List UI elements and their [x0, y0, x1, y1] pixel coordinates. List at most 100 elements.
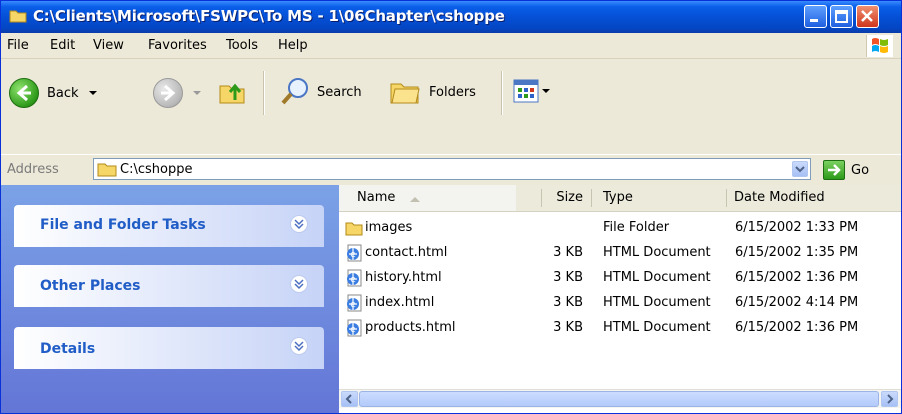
- svg-text:e: e: [350, 300, 356, 310]
- minimize-icon: [810, 19, 818, 22]
- up-folder-button[interactable]: [217, 76, 249, 108]
- file-row[interactable]: e index.html 3 KB HTML Document 6/15/2002 4:…: [339, 292, 901, 316]
- folder-icon: [345, 219, 363, 237]
- go-label: Go: [851, 162, 870, 178]
- file-row[interactable]: images File Folder 6/15/2002 1:33 PM: [339, 217, 901, 241]
- expand-chevron-icon[interactable]: [290, 275, 308, 293]
- address-value: C:\cshoppe: [120, 162, 193, 177]
- windows-logo-icon: [866, 35, 893, 57]
- file-type: HTML Document: [603, 270, 711, 285]
- column-header-size[interactable]: Size: [541, 185, 589, 211]
- folders-icon: [390, 83, 420, 104]
- menu-file[interactable]: File: [7, 38, 29, 53]
- forward-button[interactable]: [153, 78, 203, 108]
- toolbar: Back Search Folders: [1, 59, 901, 145]
- file-name: images: [365, 220, 413, 235]
- scrollbar-thumb[interactable]: [359, 391, 879, 407]
- list-header: Name Size Type Date Modified: [339, 185, 901, 212]
- file-date-modified: 6/15/2002 1:35 PM: [735, 245, 859, 260]
- panel-title: File and Folder Tasks: [40, 217, 206, 233]
- search-icon: [281, 78, 308, 105]
- maximize-button[interactable]: [830, 5, 853, 28]
- html-document-icon: e: [345, 319, 363, 337]
- file-type: HTML Document: [603, 320, 711, 335]
- horizontal-scrollbar[interactable]: [339, 389, 901, 408]
- go-arrow-icon: [823, 160, 845, 180]
- chevron-down-icon: [542, 89, 550, 93]
- scroll-left-button[interactable]: [341, 391, 358, 407]
- html-document-icon: e: [345, 294, 363, 312]
- back-label: Back: [47, 85, 79, 101]
- address-label: Address: [7, 162, 59, 177]
- address-input[interactable]: C:\cshoppe: [93, 158, 811, 180]
- toolbar-separator: [501, 71, 503, 115]
- svg-text:e: e: [350, 275, 356, 285]
- file-list: Name Size Type Date Modified images File …: [339, 185, 901, 413]
- file-date-modified: 6/15/2002 1:33 PM: [735, 220, 859, 235]
- menu-tools[interactable]: Tools: [226, 38, 258, 53]
- task-pane: File and Folder Tasks Other Places Detai…: [1, 185, 339, 413]
- menu-bar: File Edit View Favorites Tools Help: [1, 33, 901, 59]
- file-row[interactable]: e history.html 3 KB HTML Document 6/15/2002 …: [339, 267, 901, 291]
- expand-chevron-icon[interactable]: [290, 337, 308, 355]
- folder-icon: [9, 10, 27, 23]
- maximize-icon: [835, 10, 848, 23]
- file-name: index.html: [365, 295, 435, 310]
- column-header-name[interactable]: Name: [339, 185, 516, 211]
- address-bar: Address C:\cshoppe Go: [1, 154, 901, 185]
- forward-arrow-icon: [153, 78, 183, 108]
- panel-details[interactable]: Details: [14, 327, 324, 369]
- back-button[interactable]: Back: [9, 78, 99, 108]
- file-size: 3 KB: [553, 295, 583, 310]
- search-label: Search: [317, 84, 362, 100]
- file-date-modified: 6/15/2002 4:14 PM: [735, 295, 859, 310]
- sort-ascending-icon: [410, 197, 420, 202]
- folders-label: Folders: [429, 84, 476, 100]
- file-name: products.html: [365, 320, 456, 335]
- file-name: history.html: [365, 270, 442, 285]
- views-button[interactable]: [513, 79, 551, 103]
- close-button[interactable]: [856, 5, 879, 28]
- file-size: 3 KB: [553, 270, 583, 285]
- folders-button[interactable]: Folders: [389, 76, 476, 108]
- menu-edit[interactable]: Edit: [50, 38, 75, 53]
- menu-favorites[interactable]: Favorites: [148, 38, 207, 53]
- file-row[interactable]: e products.html 3 KB HTML Document 6/15/2002…: [339, 317, 901, 341]
- chevron-down-icon: [795, 166, 805, 173]
- html-document-icon: e: [345, 244, 363, 262]
- html-document-icon: e: [345, 269, 363, 287]
- title-bar[interactable]: C:\Clients\Microsoft\FSWPC\To MS - 1\06C…: [1, 1, 901, 33]
- scroll-right-button[interactable]: [881, 391, 898, 407]
- go-button[interactable]: Go: [823, 160, 869, 180]
- column-header-type[interactable]: Type: [591, 185, 726, 211]
- back-arrow-icon: [9, 78, 39, 108]
- views-grid-icon: [513, 79, 539, 103]
- file-date-modified: 6/15/2002 1:36 PM: [735, 270, 859, 285]
- svg-text:e: e: [350, 325, 356, 335]
- file-type: HTML Document: [603, 245, 711, 260]
- panel-other-places[interactable]: Other Places: [14, 265, 324, 307]
- file-date-modified: 6/15/2002 1:36 PM: [735, 320, 859, 335]
- menu-help[interactable]: Help: [278, 38, 308, 53]
- close-icon: [861, 10, 873, 22]
- file-type: File Folder: [603, 220, 670, 235]
- explorer-window: C:\Clients\Microsoft\FSWPC\To MS - 1\06C…: [0, 0, 902, 414]
- chevron-down-icon: [193, 91, 201, 95]
- column-header-date-modified[interactable]: Date Modified: [726, 185, 901, 211]
- svg-text:e: e: [350, 250, 356, 260]
- file-row[interactable]: e contact.html 3 KB HTML Document 6/15/2002 …: [339, 242, 901, 266]
- folder-icon: [97, 163, 117, 177]
- file-size: 3 KB: [553, 245, 583, 260]
- search-button[interactable]: Search: [279, 76, 362, 108]
- menu-view[interactable]: View: [93, 38, 124, 53]
- chevron-down-icon: [88, 91, 97, 95]
- minimize-button[interactable]: [804, 5, 827, 28]
- window-title: C:\Clients\Microsoft\FSWPC\To MS - 1\06C…: [33, 7, 505, 25]
- address-dropdown-button[interactable]: [792, 161, 808, 177]
- panel-title: Details: [40, 341, 96, 357]
- file-name: contact.html: [365, 245, 448, 260]
- panel-file-and-folder-tasks[interactable]: File and Folder Tasks: [14, 205, 324, 247]
- expand-chevron-icon[interactable]: [290, 215, 308, 233]
- file-type: HTML Document: [603, 295, 711, 310]
- toolbar-separator: [263, 71, 265, 115]
